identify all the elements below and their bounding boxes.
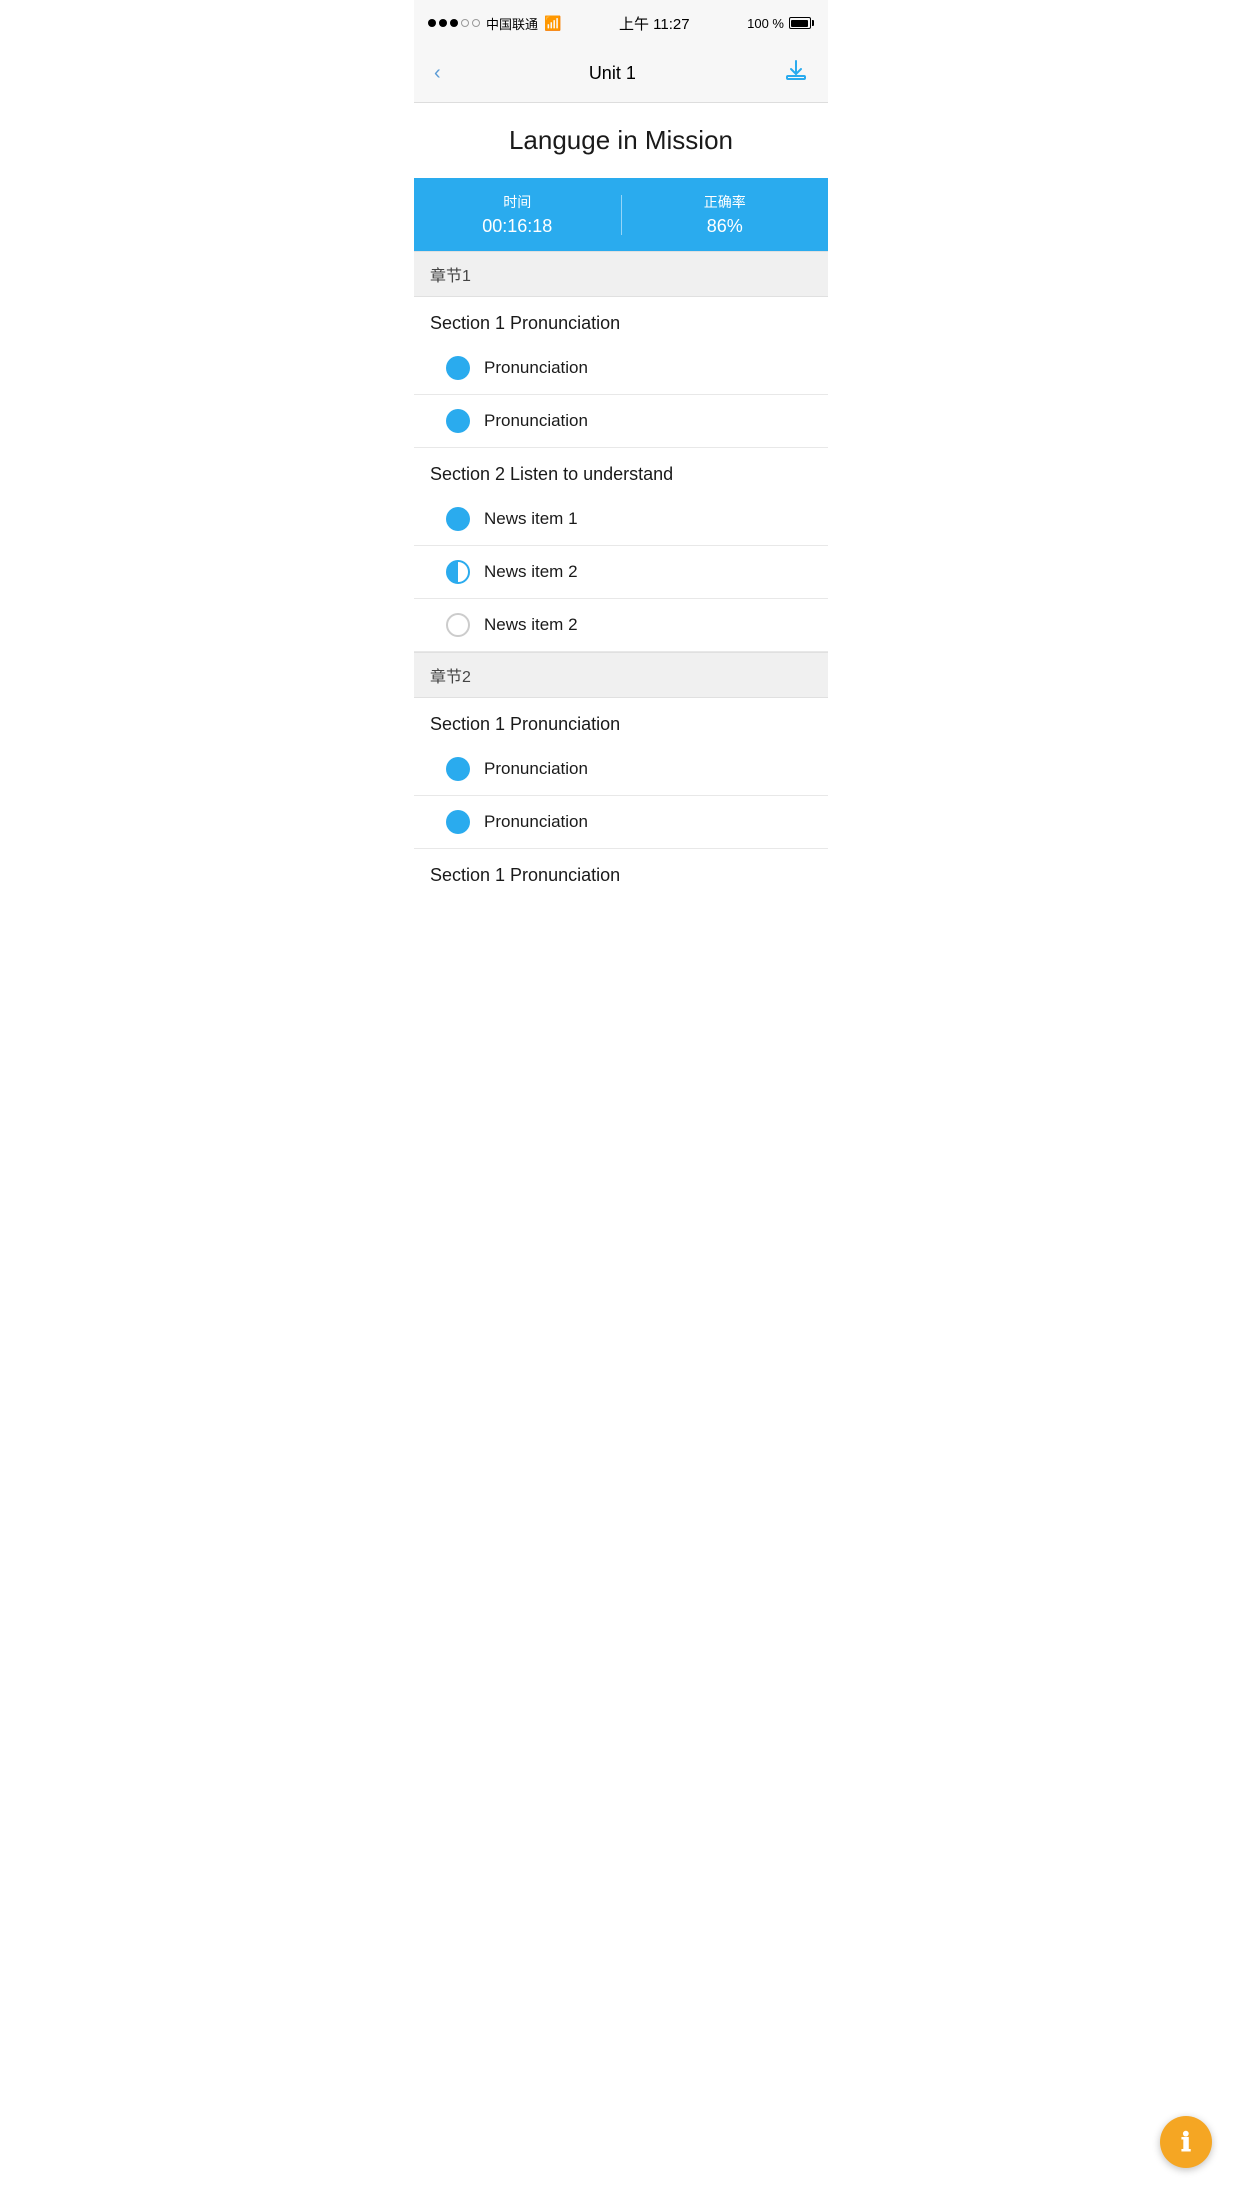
stats-bar: 时间 00:16:18 正确率 86% <box>414 178 828 251</box>
list-item-text: Pronunciation <box>484 358 588 378</box>
section-title-c1s2: Section 2 Listen to understand <box>414 448 828 493</box>
stats-time-label: 时间 <box>414 192 621 212</box>
list-item[interactable]: News item 1 <box>414 493 828 546</box>
download-button[interactable] <box>780 54 812 92</box>
circle-empty-icon <box>446 613 470 637</box>
info-button[interactable]: ℹ <box>1160 2116 1212 2168</box>
section-title-c1s1: Section 1 Pronunciation <box>414 297 828 342</box>
battery-icon <box>789 17 814 29</box>
stats-time: 时间 00:16:18 <box>414 192 621 237</box>
nav-title: Unit 1 <box>589 63 636 84</box>
download-icon <box>784 58 808 82</box>
list-item-text: News item 2 <box>484 615 578 635</box>
chapter-2-label: 章节2 <box>430 669 471 686</box>
carrier-label: 中国联通 <box>486 14 538 33</box>
list-item-text: News item 2 <box>484 562 578 582</box>
chapter-header-2: 章节2 <box>414 652 828 698</box>
section-title-c2s1: Section 1 Pronunciation <box>414 698 828 743</box>
stats-accuracy-value: 86% <box>622 216 829 237</box>
list-item[interactable]: Pronunciation <box>414 395 828 448</box>
list-item-text: Pronunciation <box>484 812 588 832</box>
circle-full-icon <box>446 409 470 433</box>
dot-3 <box>450 19 458 27</box>
status-left: 中国联通 📶 <box>428 14 561 33</box>
list-item[interactable]: News item 2 <box>414 599 828 652</box>
list-item[interactable]: Pronunciation <box>414 342 828 395</box>
status-bar: 中国联通 📶 上午 11:27 100 % <box>414 0 828 44</box>
list-item-text: Pronunciation <box>484 411 588 431</box>
signal-dots <box>428 19 480 27</box>
stats-accuracy: 正确率 86% <box>622 192 829 237</box>
circle-full-icon <box>446 757 470 781</box>
list-item[interactable]: Pronunciation <box>414 743 828 796</box>
back-button[interactable]: ‹ <box>430 58 445 89</box>
circle-full-icon <box>446 507 470 531</box>
section-title-c2s2: Section 1 Pronunciation <box>414 849 828 894</box>
stats-accuracy-label: 正确率 <box>622 192 829 212</box>
list-item[interactable]: News item 2 <box>414 546 828 599</box>
info-icon: ℹ <box>1181 2129 1191 2155</box>
chapter-1-label: 章节1 <box>430 268 471 285</box>
list-item[interactable]: Pronunciation <box>414 796 828 849</box>
dot-4 <box>461 19 469 27</box>
nav-bar: ‹ Unit 1 <box>414 44 828 103</box>
dot-1 <box>428 19 436 27</box>
circle-half-icon <box>446 560 470 584</box>
battery-percent: 100 % <box>747 16 784 31</box>
page-title: Languge in Mission <box>414 103 828 178</box>
list-item-text: Pronunciation <box>484 759 588 779</box>
status-right: 100 % <box>747 16 814 31</box>
wifi-icon: 📶 <box>544 15 561 32</box>
stats-time-value: 00:16:18 <box>414 216 621 237</box>
dot-5 <box>472 19 480 27</box>
dot-2 <box>439 19 447 27</box>
status-time: 上午 11:27 <box>619 13 690 34</box>
circle-full-icon <box>446 810 470 834</box>
circle-full-icon <box>446 356 470 380</box>
chapter-header-1: 章节1 <box>414 251 828 297</box>
list-item-text: News item 1 <box>484 509 578 529</box>
